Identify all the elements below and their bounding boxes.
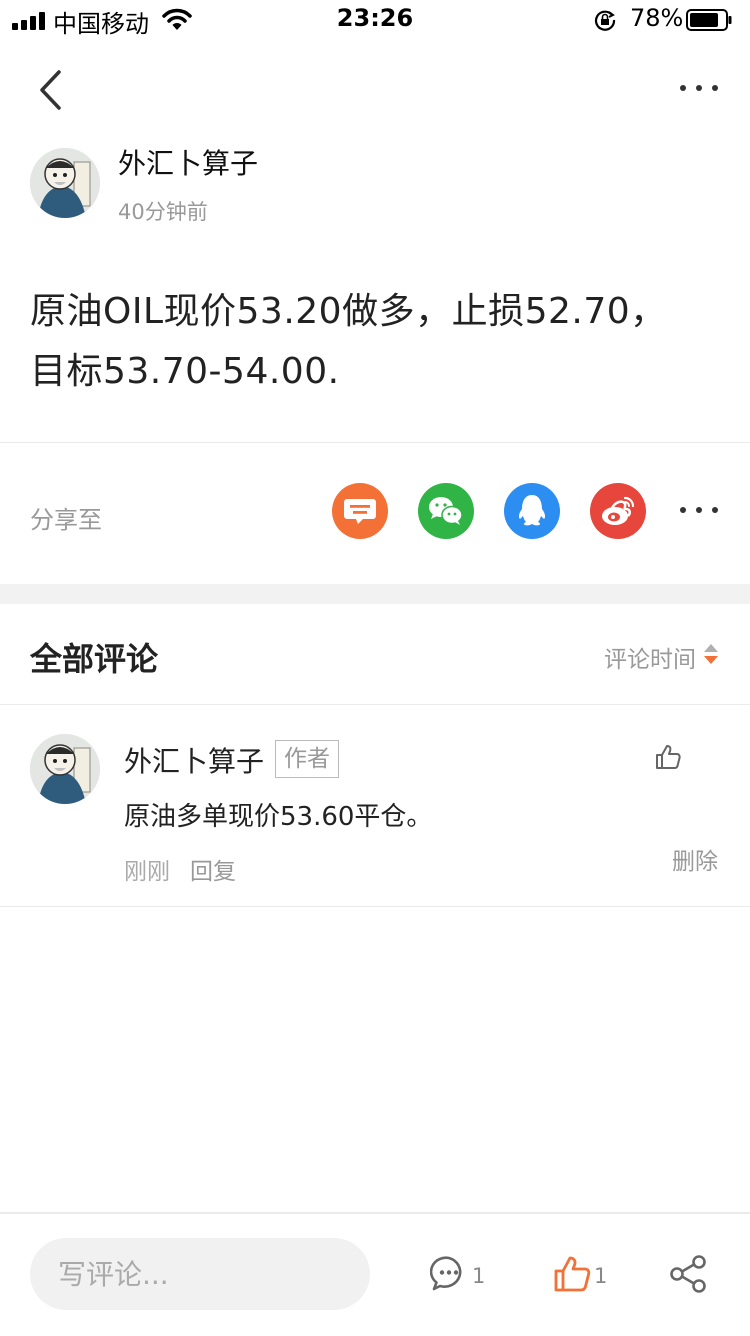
share-weibo-icon[interactable] — [590, 483, 646, 539]
divider — [0, 704, 750, 705]
author-name[interactable]: 外汇卜算子 — [118, 142, 258, 182]
post-content: 原油OIL现价53.20做多，止损52.70， 目标53.70-54.00. — [30, 291, 667, 392]
more-options-icon[interactable] — [676, 78, 722, 98]
status-bar: 中国移动 23:26 78% — [0, 0, 750, 40]
share-more-icon[interactable] — [676, 500, 722, 520]
comment-avatar[interactable] — [30, 734, 100, 804]
author-badge: 作者 — [275, 740, 339, 778]
post-time: 40分钟前 — [118, 200, 208, 224]
share-label: 分享至 — [30, 506, 102, 534]
battery-icon — [686, 9, 732, 31]
rotation-lock-icon — [594, 10, 616, 31]
share-qq-icon[interactable] — [504, 483, 560, 539]
comment-text: 原油多单现价53.60平仓。 — [124, 802, 433, 832]
avatar-image — [30, 148, 100, 218]
comment-time: 刚刚 — [124, 859, 170, 885]
divider — [0, 442, 750, 443]
sort-arrow-icon[interactable] — [703, 641, 719, 667]
battery-percent: 78% — [630, 4, 684, 32]
share-message-icon[interactable] — [332, 483, 388, 539]
section-separator — [0, 584, 750, 604]
delete-button[interactable]: 删除 — [672, 842, 718, 876]
comments-title: 全部评论 — [30, 640, 159, 678]
comment-like-icon[interactable] — [654, 743, 682, 771]
like-icon[interactable] — [552, 1254, 592, 1294]
comment-icon[interactable] — [430, 1255, 468, 1293]
avatar-image — [30, 734, 100, 804]
share-wechat-icon[interactable] — [418, 483, 474, 539]
like-count: 1 — [594, 1264, 608, 1288]
divider — [0, 906, 750, 907]
back-icon[interactable] — [34, 66, 68, 114]
comment-input[interactable] — [30, 1238, 370, 1310]
comment-author[interactable]: 外汇卜算子 — [124, 740, 264, 780]
comment-count: 1 — [472, 1264, 486, 1288]
avatar[interactable] — [30, 148, 100, 218]
share-icon[interactable] — [668, 1254, 708, 1294]
reply-button[interactable]: 回复 — [190, 852, 236, 886]
sort-by-time-button[interactable]: 评论时间 — [604, 640, 696, 674]
